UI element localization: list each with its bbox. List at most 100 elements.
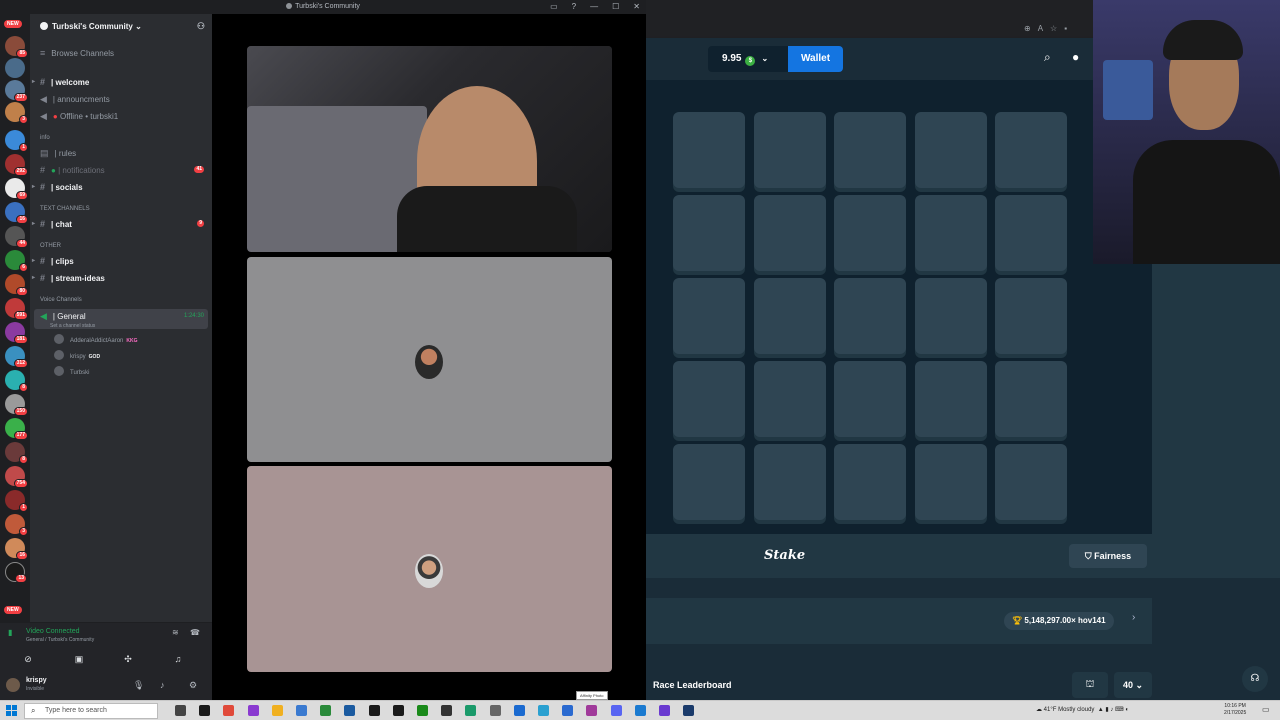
fairness-button[interactable]: ⛉ Fairness: [1069, 544, 1147, 568]
mine-tile[interactable]: [673, 195, 745, 271]
video-tile-user[interactable]: [247, 466, 612, 672]
voice-member[interactable]: AdderalAddictAaron KKG: [54, 334, 138, 346]
dealer-icon[interactable]: ⛫: [1072, 672, 1108, 698]
channel-announcements[interactable]: ◀ | announcments: [34, 92, 208, 106]
mine-tile[interactable]: [673, 112, 745, 188]
mine-tile[interactable]: [753, 112, 826, 188]
mine-tile[interactable]: [914, 278, 987, 354]
server-icon[interactable]: 8: [5, 370, 28, 392]
mine-tile[interactable]: [753, 361, 826, 437]
pinned-app-icon[interactable]: [320, 705, 332, 716]
server-icon[interactable]: 312: [5, 346, 28, 368]
mine-tile[interactable]: [834, 278, 906, 354]
screen-share-button[interactable]: ▣: [61, 651, 97, 667]
server-icon[interactable]: 85: [5, 36, 28, 58]
user-name[interactable]: krispy: [26, 677, 47, 684]
mine-tile[interactable]: [914, 444, 987, 520]
mine-tile[interactable]: [995, 195, 1067, 271]
channel-rules[interactable]: ▤ | rules: [34, 146, 208, 160]
chrome-icon[interactable]: [223, 705, 235, 716]
pinned-app-icon[interactable]: [465, 705, 477, 716]
server-icon[interactable]: 80: [5, 274, 28, 296]
inbox-icon[interactable]: ▭: [550, 2, 558, 11]
channel-chat[interactable]: ▸ # | chat 9: [32, 217, 208, 231]
server-icon[interactable]: [5, 58, 25, 78]
mine-tile[interactable]: [914, 195, 987, 271]
big-win-badge[interactable]: 🏆︎ 5,148,297.00× hov141: [1004, 612, 1114, 630]
extension-icon[interactable]: ▪: [1064, 24, 1067, 33]
channel-offline[interactable]: ◀ ● Offline • turbski1: [34, 109, 208, 123]
voice-location[interactable]: General / Turbski's Community: [26, 637, 94, 643]
mine-tile[interactable]: [914, 361, 987, 437]
channel-welcome[interactable]: ▸ # | welcome: [32, 75, 208, 89]
server-icon[interactable]: 13: [5, 562, 27, 583]
settings-icon[interactable]: ⚙: [189, 680, 197, 691]
mine-tile[interactable]: [834, 195, 906, 271]
balance-dropdown[interactable]: 9.95 $ ⌄: [708, 46, 788, 72]
file-explorer-icon[interactable]: [271, 705, 283, 716]
pinned-app-icon[interactable]: [441, 705, 453, 716]
server-icon[interactable]: 177: [5, 418, 28, 440]
server-icon[interactable]: 754: [5, 466, 28, 488]
video-tile-webcam[interactable]: [247, 46, 612, 252]
taskbar-clock[interactable]: 10:16 PM 2/17/2025: [1224, 703, 1246, 717]
soundboard-button[interactable]: ♫: [160, 651, 196, 667]
server-icon[interactable]: 3: [5, 514, 28, 536]
mine-tile[interactable]: [753, 278, 826, 354]
windows-start-icon[interactable]: [6, 705, 18, 717]
mine-tile[interactable]: [834, 361, 906, 437]
server-icon[interactable]: 1: [5, 490, 28, 512]
affinity-photo-icon[interactable]: [586, 705, 598, 716]
activities-button[interactable]: ✣: [110, 651, 146, 667]
taskbar-search[interactable]: ⌕ Type here to search: [24, 703, 158, 719]
server-icon[interactable]: 150: [5, 394, 28, 416]
microphone-icon[interactable]: 🎙︎: [133, 680, 144, 691]
pinned-app-icon[interactable]: [562, 705, 574, 716]
signal-icon[interactable]: ▮: [8, 628, 12, 637]
category-text-channels[interactable]: TEXT CHANNELS: [40, 206, 90, 212]
category-voice-channels[interactable]: Voice Channels: [40, 297, 82, 303]
pinned-app-icon[interactable]: [368, 705, 380, 716]
count-dropdown[interactable]: 40 ⌄: [1114, 672, 1152, 698]
mine-tile[interactable]: [673, 278, 745, 354]
voice-member[interactable]: krispy GOD: [54, 350, 100, 362]
voice-channel-general[interactable]: ◀ | General 1:24:30 Set a channel status: [34, 309, 208, 329]
edge-icon[interactable]: [296, 705, 307, 716]
mine-tile[interactable]: [995, 361, 1067, 437]
race-leaderboard-label[interactable]: Race Leaderboard: [653, 680, 732, 690]
channel-notifications[interactable]: # ● | notifications 41: [34, 163, 208, 177]
mine-tile[interactable]: [753, 195, 826, 271]
zoom-icon[interactable]: ⊕: [1024, 24, 1031, 33]
server-icon[interactable]: 16: [5, 202, 28, 224]
pinned-app-icon[interactable]: [489, 705, 501, 716]
server-icon[interactable]: 6: [5, 250, 28, 272]
disconnect-icon[interactable]: ☎: [190, 628, 200, 637]
guild-header[interactable]: Turbski's Community ⌄ ⚇: [30, 14, 212, 40]
server-icon[interactable]: 181: [5, 322, 28, 344]
headphones-icon[interactable]: ♪: [160, 680, 165, 690]
noise-suppression-icon[interactable]: ≋: [172, 628, 179, 637]
user-icon[interactable]: ●: [1072, 50, 1079, 64]
mine-tile[interactable]: [995, 444, 1067, 520]
support-chat-icon[interactable]: ☊: [1242, 666, 1268, 692]
server-icon[interactable]: 44: [5, 226, 28, 248]
notifications-icon[interactable]: ▭: [1262, 705, 1270, 714]
search-icon[interactable]: ⌕: [1044, 50, 1051, 65]
voice-member[interactable]: Turbski: [54, 366, 89, 378]
server-icon[interactable]: 69: [5, 178, 28, 200]
pinned-app-icon[interactable]: [247, 705, 259, 716]
server-icon[interactable]: 292: [5, 154, 28, 176]
server-icon[interactable]: 3: [5, 102, 28, 124]
obs-icon[interactable]: [659, 705, 670, 716]
server-icon[interactable]: 8: [5, 442, 28, 464]
category-other[interactable]: OTHER: [40, 243, 61, 249]
steam-icon[interactable]: [683, 705, 695, 716]
mine-tile[interactable]: [914, 112, 987, 188]
avatar[interactable]: [6, 678, 20, 692]
channel-socials[interactable]: ▸ # | socials: [32, 180, 208, 194]
server-icon[interactable]: 1: [5, 130, 28, 152]
minimize-button[interactable]: —: [590, 2, 598, 11]
maximize-button[interactable]: ☐: [612, 2, 619, 11]
read-aloud-icon[interactable]: A: [1038, 24, 1043, 33]
mine-tile[interactable]: [673, 361, 745, 437]
